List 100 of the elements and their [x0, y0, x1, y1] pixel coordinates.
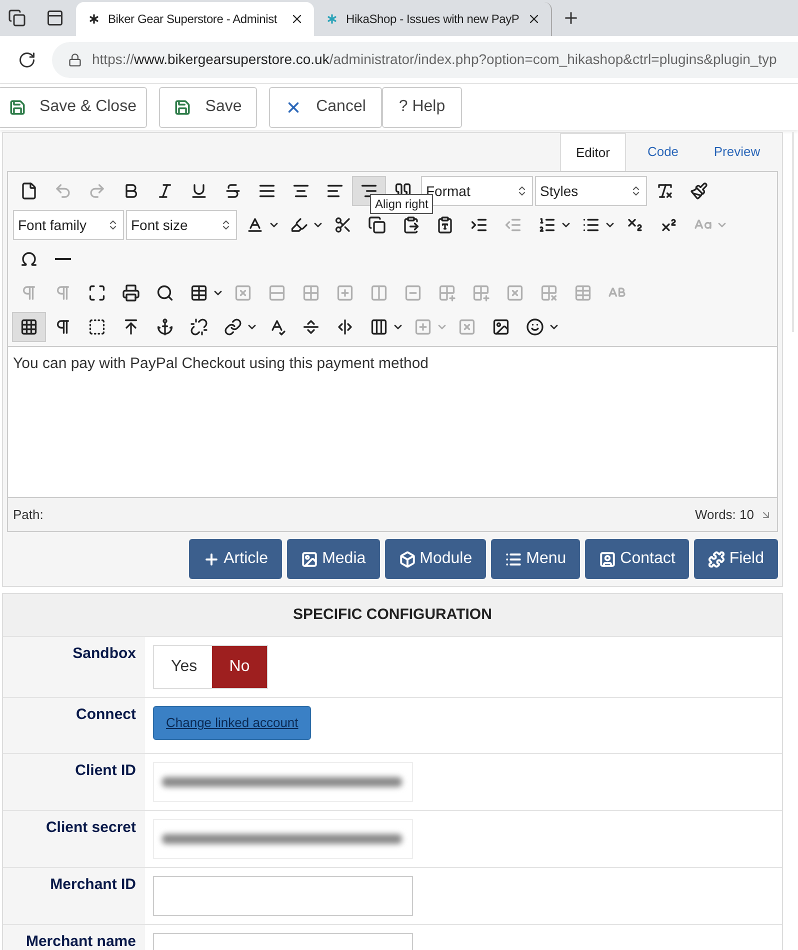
select-field[interactable]: Font family [13, 210, 124, 240]
select-field[interactable]: Font size [126, 210, 237, 240]
cut-icon [334, 216, 352, 234]
toolbar-button[interactable] [12, 312, 46, 342]
indent-icon [470, 216, 488, 234]
redacted-field[interactable] [153, 819, 413, 859]
paste-text-icon [436, 216, 454, 234]
underline-icon [190, 182, 208, 200]
image-icon [301, 550, 318, 568]
highlight-icon [290, 216, 308, 234]
toolbar-action-button[interactable]: Save [159, 86, 257, 128]
new-document-icon [20, 182, 38, 200]
text-color-icon [246, 216, 264, 234]
tab-view-icon[interactable] [46, 9, 64, 27]
pilcrow-icon [54, 284, 72, 302]
table-icon [574, 284, 592, 302]
horizontal-line-icon [55, 258, 71, 260]
select-arrow-icon [516, 185, 528, 197]
toolbar-action-button[interactable]: ? Help [382, 86, 462, 128]
page-break-icon [302, 318, 320, 336]
toolbar-action-button[interactable]: Save & Close [0, 86, 147, 128]
fullscreen-icon [88, 284, 106, 302]
justify-icon [258, 182, 276, 200]
word-count: Words: 10 [694, 506, 754, 524]
anchor-icon [156, 318, 174, 336]
insert-cell-icon [414, 318, 432, 336]
workspaces-icon[interactable] [8, 9, 26, 27]
smiley-icon [526, 318, 544, 336]
path-label: Path: [13, 506, 44, 524]
print-icon [122, 284, 140, 302]
undo-icon [54, 182, 72, 200]
align-left-icon [326, 182, 344, 200]
editor-tab[interactable]: Preview [700, 133, 774, 171]
search-icon [156, 284, 174, 302]
omega-icon [20, 250, 38, 268]
insert-button[interactable]: Contact [585, 539, 690, 579]
copy-icon [368, 216, 386, 234]
select-arrow-icon [107, 219, 119, 231]
unlink-icon [190, 318, 208, 336]
columns-icon [370, 318, 388, 336]
superscript-icon [660, 216, 678, 234]
select-arrow-icon [630, 185, 642, 197]
contact-card-icon [599, 550, 616, 568]
insert-button[interactable]: Field [694, 539, 778, 579]
plus-icon [202, 550, 220, 568]
insert-button[interactable]: Media [287, 539, 380, 579]
config-heading: SPECIFIC CONFIGURATION [3, 594, 782, 636]
italic-icon [156, 182, 174, 200]
text-field[interactable] [153, 876, 413, 916]
insert-cell-icon [336, 284, 354, 302]
image-icon [492, 318, 510, 336]
table-column-icon [370, 284, 388, 302]
clear-formatting-icon [656, 182, 674, 200]
editor-text: You can pay with PayPal Checkout using this payment method [13, 354, 430, 374]
close-icon[interactable] [290, 12, 304, 26]
close-icon[interactable] [527, 12, 541, 26]
select-field[interactable]: Styles [535, 176, 647, 206]
delete-cell-icon [234, 284, 252, 302]
toggle-option[interactable]: No [212, 646, 267, 688]
pilcrow-icon [20, 284, 38, 302]
reload-icon[interactable] [18, 50, 36, 68]
field-label: Merchant name [26, 932, 136, 950]
save-icon [8, 98, 26, 116]
lock-icon [68, 52, 82, 66]
select-arrow-icon [220, 219, 232, 231]
redo-icon [88, 182, 106, 200]
insert-button[interactable]: Menu [491, 539, 580, 579]
insert-button[interactable]: Article [188, 539, 282, 579]
insert-column-icon [438, 284, 456, 302]
pilcrow-icon [54, 318, 72, 336]
editor-tab[interactable]: Code [626, 133, 700, 171]
delete-column-icon [506, 284, 524, 302]
paste-icon [402, 216, 420, 234]
field-label: Connect [76, 705, 136, 725]
url-text: https://www.bikergearsuperstore.co.uk/administrator/index.php?option=com_hikashop&ctrl=plugins&plugin_typ [92, 50, 777, 69]
field-label: Sandbox [72, 644, 136, 664]
field-label: Merchant ID [50, 875, 136, 895]
new-tab-icon[interactable] [562, 9, 580, 27]
address-bar[interactable]: https://www.bikergearsuperstore.co.uk/administrator/index.php?option=com_hikashop&ctrl=plugins&plugin_typ [52, 42, 798, 78]
brush-icon [690, 182, 708, 200]
subscript-icon [626, 216, 644, 234]
numbered-list-icon [538, 216, 556, 234]
list-icon [505, 550, 522, 568]
field-label: Client secret [46, 818, 136, 838]
puzzle-icon [708, 550, 726, 568]
toolbar-action-button[interactable]: Cancel [269, 86, 382, 128]
tab-title: Biker Gear Superstore - Administ [108, 11, 278, 28]
table-icon [190, 284, 208, 302]
align-center-icon [292, 182, 310, 200]
outdent-icon [504, 216, 522, 234]
redacted-field[interactable] [153, 762, 413, 802]
table-grid-icon [302, 284, 320, 302]
insert-button[interactable]: Module [384, 539, 486, 579]
tab-title: HikaShop - Issues with new PayP [346, 11, 520, 28]
tooltip: Align right [370, 194, 434, 214]
browser-tab[interactable]: Biker Gear Superstore - Administ [76, 2, 314, 36]
align-right-icon [360, 182, 378, 200]
field-label: Client ID [75, 761, 136, 781]
bullet-list-icon [582, 216, 600, 234]
editor-tab[interactable]: Editor [560, 133, 626, 171]
